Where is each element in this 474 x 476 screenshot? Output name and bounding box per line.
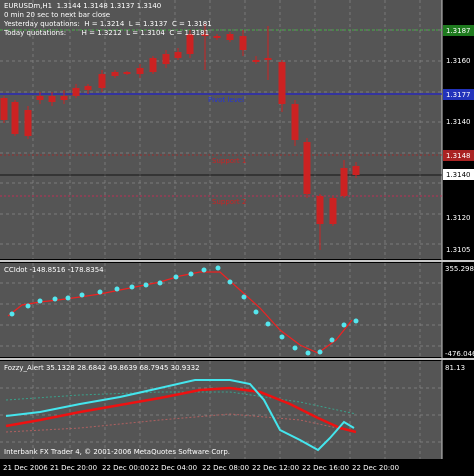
cci-dot [173, 274, 179, 280]
time-tick: 21 Dec 20:00 [50, 464, 97, 472]
candle-body [186, 34, 194, 54]
candle-body [60, 96, 68, 100]
candle-body [340, 168, 348, 196]
price-tick: 1.3120 [446, 214, 471, 222]
cci-dot [227, 279, 233, 285]
cci-dot [97, 289, 103, 295]
trading-terminal: Pivot level Support 1 Support 2 1.3187 1… [0, 0, 474, 474]
fozzy-label: Fozzy_Alert 35.1328 28.6842 49.8639 68.7… [4, 364, 200, 372]
chart-canvas[interactable]: Pivot level Support 1 Support 2 1.3187 1… [0, 0, 474, 474]
cci-axis-bottom: -476.0467 [445, 350, 474, 358]
cci-dot [9, 311, 15, 317]
fozzy-panel-bg [0, 361, 442, 459]
cci-dot [188, 271, 194, 277]
bar-countdown: 0 min 20 sec to next bar close [4, 11, 111, 19]
price-axis-bg [442, 0, 474, 474]
cci-dot [341, 322, 347, 328]
pivot-level-label: Pivot level [208, 96, 244, 104]
cci-axis-top: 355.2989 [445, 265, 474, 273]
cci-label: CCIdot -148.8516 -178.8354 [4, 266, 104, 274]
price-label-current: 1.3140 [446, 171, 471, 179]
candle-body [329, 198, 337, 224]
candle-body [98, 74, 106, 88]
price-label-support1: 1.3148 [446, 152, 471, 160]
time-axis: 21 Dec 2006 21 Dec 20:00 22 Dec 00:00 22 De… [3, 464, 399, 472]
candle-body [149, 58, 157, 72]
candle-body [278, 62, 286, 104]
price-tick: 1.3105 [446, 246, 471, 254]
support2-label: Support 2 [212, 198, 246, 206]
cci-dot [265, 321, 271, 327]
price-tick: 1.3160 [446, 57, 471, 65]
cci-dot [37, 298, 43, 304]
yesterday-quotations: Yesterday quotations: H = 1.3214 L = 1.3… [4, 20, 212, 28]
cci-dot [241, 294, 247, 300]
candle-body [111, 72, 119, 76]
fozzy-axis-top: 81.13 [445, 364, 465, 372]
candle-body [252, 60, 260, 62]
cci-dot [157, 280, 163, 286]
cci-dot [52, 296, 58, 302]
candle-body [84, 86, 92, 90]
candle-body [162, 54, 170, 64]
support1-label: Support 1 [212, 157, 246, 165]
candle-body [24, 110, 32, 136]
candle-body [352, 166, 360, 175]
candle-body [264, 58, 272, 60]
candle-body [123, 72, 131, 74]
time-tick: 21 Dec 2006 [3, 464, 48, 472]
candle-body [48, 96, 56, 102]
price-label-top: 1.3187 [446, 27, 471, 35]
cci-dot [114, 286, 120, 292]
candle-body [213, 36, 221, 38]
cci-dot [215, 265, 221, 271]
cci-dot [201, 267, 207, 273]
cci-dot [143, 282, 149, 288]
time-tick: 22 Dec 16:00 [302, 464, 349, 472]
main-chart-bg [0, 0, 442, 259]
candle-body [174, 52, 182, 58]
candle-body [303, 142, 311, 194]
candle-body [316, 196, 324, 224]
cci-panel-bg [0, 263, 442, 357]
footer-copyright: Interbank FX Trader 4, © 2001-2006 MetaQ… [4, 448, 231, 456]
candle-body [226, 34, 234, 40]
cci-dot [305, 350, 311, 356]
today-quotations: Today quotations: H = 1.3212 L = 1.3104 … [4, 29, 210, 37]
time-tick: 22 Dec 12:00 [252, 464, 299, 472]
cci-dot [25, 303, 31, 309]
time-tick: 22 Dec 00:00 [102, 464, 149, 472]
candle-body [136, 68, 144, 74]
cci-dot [317, 349, 323, 355]
price-tick: 1.3140 [446, 118, 471, 126]
candle-body [36, 96, 44, 100]
symbol-ohlc: EURUSDm,H1 1.3144 1.3148 1.3137 1.3140 [4, 2, 162, 10]
candle-body [72, 88, 80, 96]
candle-body [0, 98, 8, 120]
candle-body [11, 102, 19, 134]
cci-dot [65, 295, 71, 301]
cci-dot [129, 284, 135, 290]
cci-dot [353, 318, 359, 324]
cci-dot [292, 345, 298, 351]
time-tick: 22 Dec 08:00 [202, 464, 249, 472]
price-label-pivot: 1.3177 [446, 91, 471, 99]
cci-dot [253, 309, 259, 315]
cci-dot [79, 292, 85, 298]
time-tick: 22 Dec 20:00 [352, 464, 399, 472]
candle-body [239, 36, 247, 50]
time-tick: 22 Dec 04:00 [150, 464, 197, 472]
cci-dot [329, 337, 335, 343]
cci-dot [279, 334, 285, 340]
candle-body [291, 104, 299, 140]
